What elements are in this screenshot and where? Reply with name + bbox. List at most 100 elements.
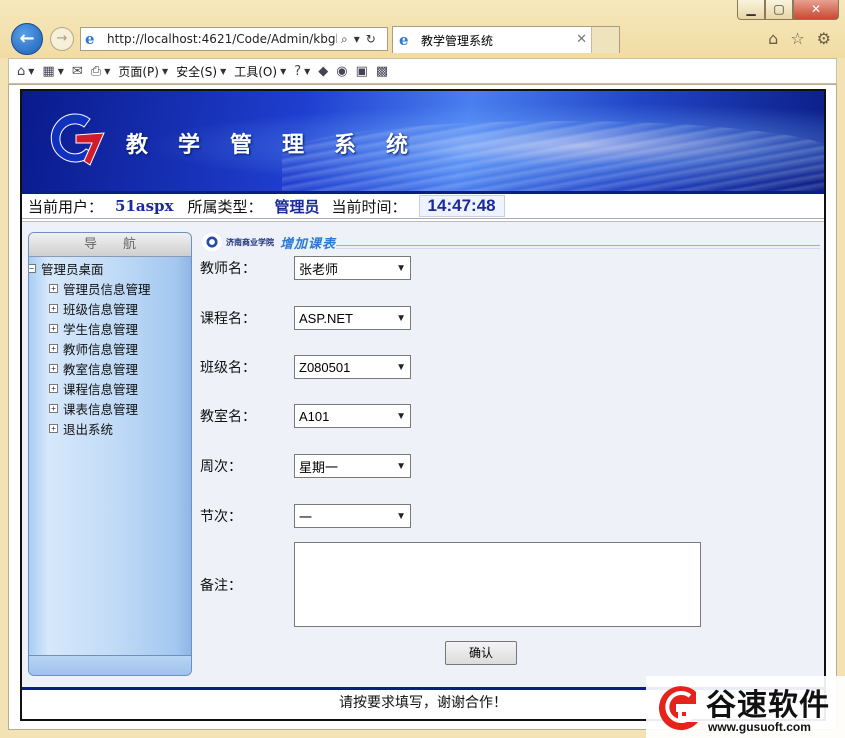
chevron-down-icon: ▼ (396, 262, 406, 274)
class-select[interactable]: Z080501 ▼ (294, 355, 411, 379)
feeds-button[interactable]: ▦ ▼ (42, 64, 63, 79)
address-bar[interactable]: e http://localhost:4621/Code/Admin/kbgl … (80, 27, 388, 51)
print-button[interactable]: ⎙ ▼ (91, 64, 111, 79)
tools-menu[interactable]: 工具(O) ▼ (234, 63, 286, 80)
sidebar-item-logout[interactable]: + 退出系统 (29, 418, 191, 438)
new-tab-button[interactable] (591, 27, 619, 53)
sidebar-item-schedule-info[interactable]: + 课表信息管理 (29, 398, 191, 418)
safety-menu[interactable]: 安全(S) ▼ (176, 63, 226, 80)
sidebar-item-class-info[interactable]: + 班级信息管理 (29, 298, 191, 318)
weekday-select[interactable]: 星期一 ▼ (294, 454, 411, 478)
minimize-icon[interactable]: ▁ (737, 0, 765, 20)
tree-root[interactable]: − 管理员桌面 (29, 259, 191, 278)
section-select[interactable]: 一 ▼ (294, 504, 411, 528)
teacher-label: 教师名： (200, 261, 256, 277)
maximize-icon[interactable]: ▢ (765, 0, 793, 20)
chevron-down-icon: ▼ (396, 361, 406, 373)
dropdown-caret-icon[interactable]: ▾ (354, 32, 360, 47)
mail-button[interactable]: ✉ (72, 64, 83, 79)
tab-ie-icon: e (399, 31, 409, 49)
refresh-icon[interactable]: ↻ (366, 32, 376, 47)
time-label: 当前时间： (331, 197, 407, 216)
user-label: 当前用户： (28, 197, 104, 216)
expand-icon[interactable]: + (49, 343, 58, 353)
qr-icon: ▩ (375, 63, 389, 79)
form-header: 济南商业学院 增加课表 (200, 232, 820, 252)
expand-icon[interactable]: + (49, 303, 58, 313)
chevron-down-icon: ▼ (396, 410, 406, 422)
arrow-right-icon: → (56, 31, 68, 46)
school-seal-icon (202, 233, 222, 251)
back-button[interactable]: ← (11, 23, 43, 55)
role-label: 所属类型： (187, 197, 263, 216)
tab-title: 教学管理系统 (421, 33, 494, 48)
browser-titlebar: ▁ ▢ ✕ ← → e http://localhost:4621/Code/A… (0, 0, 845, 58)
navigation-sidebar: 导航 − 管理员桌面 + 管理员信息管理 + 班级信息管理 + 学生信息管理 +… (28, 232, 192, 676)
teacher-row: 教师名： 张老师 ▼ (200, 256, 411, 280)
help-icon: ? (294, 63, 302, 79)
expand-icon[interactable]: + (49, 403, 58, 413)
home-small-icon: ⌂ (17, 63, 26, 79)
time-value: 14:47:48 (418, 195, 505, 217)
address-text: http://localhost:4621/Code/Admin/kbgl (107, 32, 337, 46)
home-button[interactable]: ⌂ ▼ (17, 64, 34, 79)
browser-viewport: 教学管理系统 当前用户： 51aspx 所属类型： 管理员 当前时间： 14:4… (8, 84, 837, 730)
weekday-row: 周次： 星期一 ▼ (200, 454, 411, 478)
expand-icon[interactable]: + (49, 363, 58, 373)
school-name: 济南商业学院 (226, 236, 274, 247)
web-page: 教学管理系统 当前用户： 51aspx 所属类型： 管理员 当前时间： 14:4… (20, 89, 826, 721)
watermark: 谷速软件 www.gusuoft.com (646, 676, 845, 738)
chevron-down-icon: ▼ (396, 510, 406, 522)
watermark-logo-icon (658, 686, 698, 731)
print-icon: ⎙ (90, 63, 102, 79)
teacher-select[interactable]: 张老师 ▼ (294, 256, 411, 280)
extra-tool-3[interactable]: ▣ (356, 64, 368, 79)
sidebar-footer (29, 655, 191, 675)
section-label: 节次： (200, 509, 242, 525)
mail-icon: ✉ (71, 63, 83, 79)
forward-button[interactable]: → (50, 27, 74, 51)
role-value: 管理员 (274, 197, 320, 216)
close-window-icon[interactable]: ✕ (793, 0, 839, 20)
browser-tab[interactable]: e 教学管理系统 ✕ (392, 26, 620, 53)
sidebar-item-admin-info[interactable]: + 管理员信息管理 (29, 278, 191, 298)
weekday-label: 周次： (200, 459, 242, 475)
command-bar: ⌂ ▼ ▦ ▼ ✉ ⎙ ▼ 页面(P) ▼ 安全(S) ▼ 工具(O) ▼ ? ▼ ◆ ◉ ▣… (8, 58, 837, 84)
tab-close-icon[interactable]: ✕ (576, 32, 587, 47)
ie-icon: e (85, 30, 95, 48)
collapse-icon[interactable]: − (29, 264, 36, 273)
help-button[interactable]: ? ▼ (294, 64, 310, 79)
globe-icon: ◉ (336, 63, 348, 79)
watermark-brand: 谷速软件 (706, 688, 830, 723)
user-status-bar: 当前用户： 51aspx 所属类型： 管理员 当前时间： 14:47:48 (22, 191, 824, 219)
chevron-down-icon: ▼ (396, 460, 406, 472)
classroom-label: 教室名： (200, 409, 256, 425)
extra-tool-1[interactable]: ◆ (318, 64, 328, 79)
extra-tool-4[interactable]: ▩ (376, 64, 388, 79)
confirm-button[interactable]: 确认 (445, 641, 517, 665)
expand-icon[interactable]: + (49, 323, 58, 333)
content-area: 导航 − 管理员桌面 + 管理员信息管理 + 班级信息管理 + 学生信息管理 +… (22, 221, 824, 687)
sidebar-item-teacher-info[interactable]: + 教师信息管理 (29, 338, 191, 358)
remark-row: 备注： (200, 542, 701, 627)
extra-tool-2[interactable]: ◉ (336, 64, 347, 79)
favorites-star-icon[interactable]: ☆ (790, 29, 804, 48)
expand-icon[interactable]: + (49, 423, 58, 433)
course-select[interactable]: ASP.NET ▼ (294, 306, 411, 330)
page-menu[interactable]: 页面(P) ▼ (118, 63, 168, 80)
section-row: 节次： 一 ▼ (200, 504, 411, 528)
expand-icon[interactable]: + (49, 283, 58, 293)
settings-gear-icon[interactable]: ⚙ (817, 29, 831, 48)
classroom-select[interactable]: A101 ▼ (294, 404, 411, 428)
sidebar-item-student-info[interactable]: + 学生信息管理 (29, 318, 191, 338)
sidebar-item-classroom-info[interactable]: + 教室信息管理 (29, 358, 191, 378)
chevron-down-icon: ▼ (396, 312, 406, 324)
remark-textarea[interactable] (294, 542, 701, 627)
course-label: 课程名： (200, 311, 256, 327)
class-row: 班级名： Z080501 ▼ (200, 355, 411, 379)
sidebar-item-course-info[interactable]: + 课程信息管理 (29, 378, 191, 398)
expand-icon[interactable]: + (49, 383, 58, 393)
home-icon[interactable]: ⌂ (768, 29, 778, 48)
course-row: 课程名： ASP.NET ▼ (200, 306, 411, 330)
search-icon[interactable]: ⌕ (341, 32, 348, 47)
